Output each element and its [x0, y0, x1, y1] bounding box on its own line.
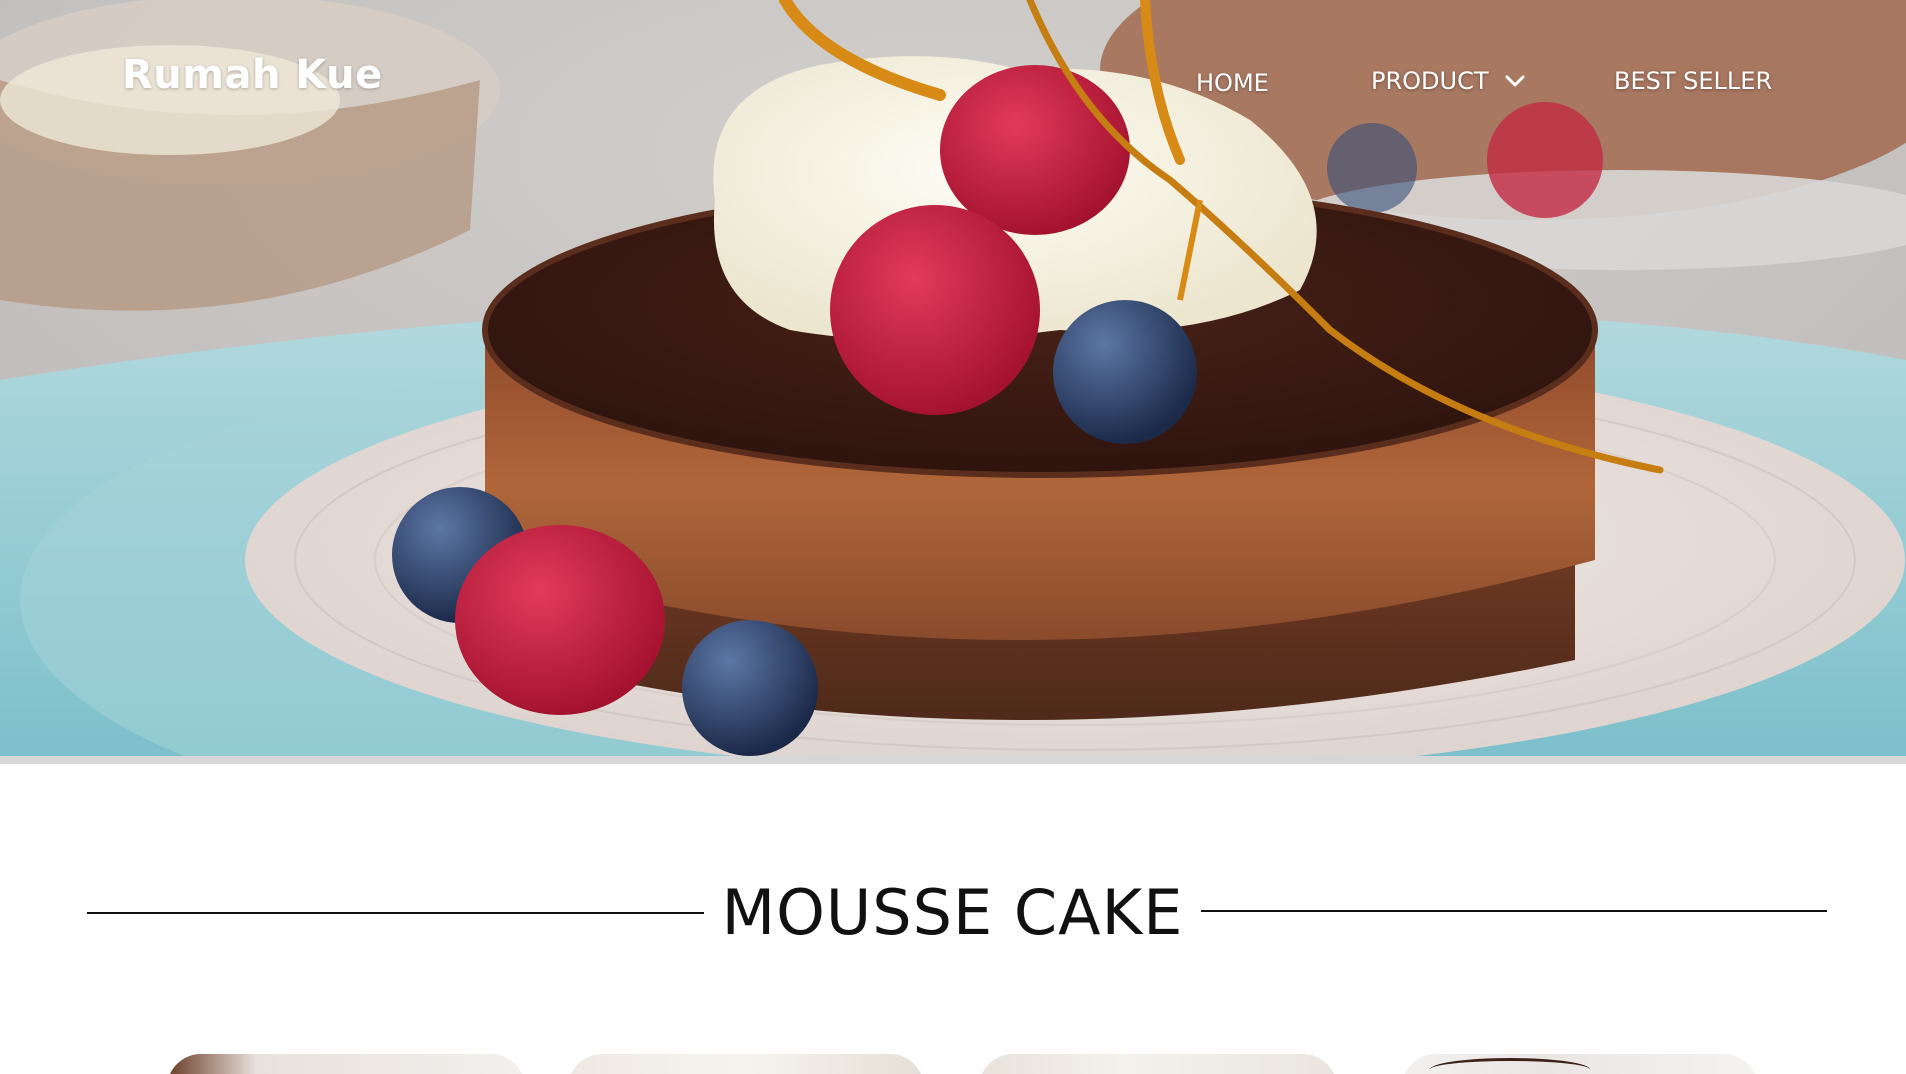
nav-product[interactable]: PRODUCT [1371, 64, 1527, 98]
divider-line-left [87, 912, 704, 914]
card-image-detail [1430, 1058, 1590, 1074]
nav-home[interactable]: HOME [1196, 66, 1269, 100]
chevron-down-icon [1505, 75, 1525, 87]
product-card[interactable] [568, 1054, 924, 1074]
nav-product-label: PRODUCT [1371, 67, 1489, 95]
hero-divider [0, 756, 1906, 764]
product-card[interactable] [1402, 1054, 1758, 1074]
nav-best-seller-label: BEST SELLER [1614, 67, 1773, 95]
divider-line-right [1201, 910, 1827, 912]
hero-cake-image [0, 0, 1906, 756]
nav-home-label: HOME [1196, 69, 1269, 97]
section-header: MOUSSE CAKE [0, 870, 1906, 960]
nav-best-seller[interactable]: BEST SELLER [1614, 64, 1772, 98]
product-card[interactable] [167, 1054, 525, 1074]
section-title: MOUSSE CAKE [721, 876, 1184, 949]
brand-logo[interactable]: Rumah Kue [122, 52, 383, 98]
hero-banner [0, 0, 1906, 756]
product-card[interactable] [979, 1054, 1337, 1074]
page: Rumah Kue HOME PRODUCT BEST SELLER MOUSS… [0, 0, 1906, 1074]
